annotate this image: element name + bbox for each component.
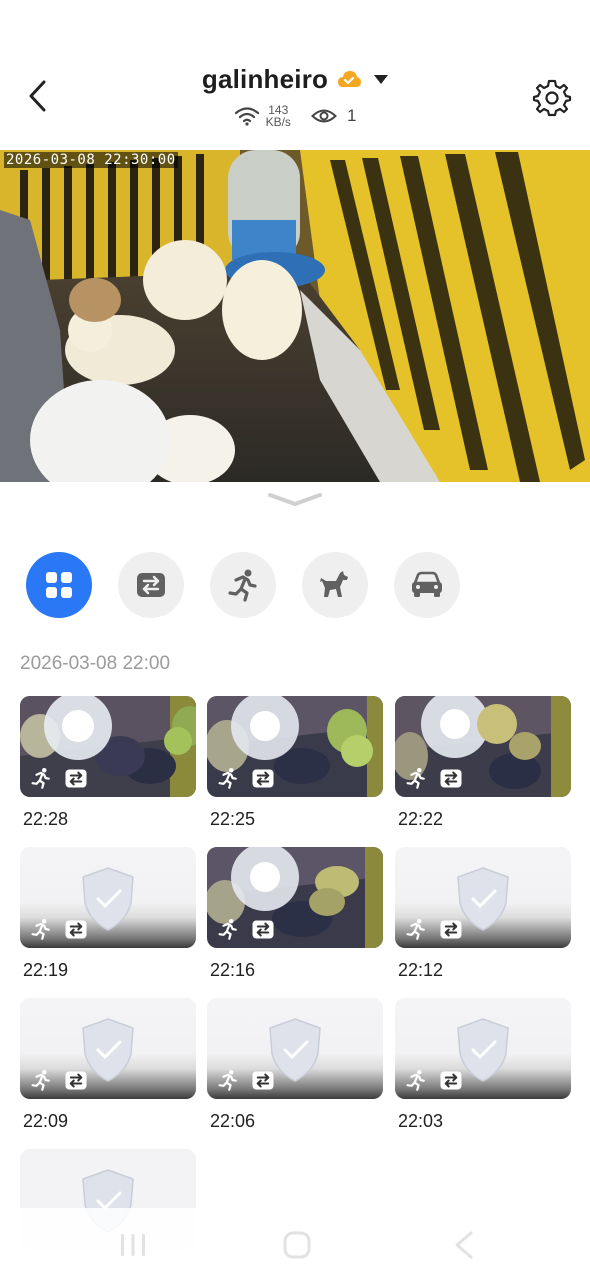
clip-event-icons (30, 918, 88, 940)
person-running-icon (30, 767, 52, 789)
event-clip[interactable]: 22:16 (207, 847, 383, 981)
clip-time: 22:12 (398, 960, 444, 980)
event-clip[interactable]: 22:03 (395, 998, 571, 1132)
clip-thumbnail[interactable] (395, 696, 571, 797)
clip-time: 22:03 (398, 1111, 444, 1131)
recent-apps-icon[interactable] (118, 1232, 148, 1258)
clip-event-icons (405, 918, 463, 940)
clip-event-icons (30, 1069, 88, 1091)
event-clip[interactable]: 22:22 (395, 696, 571, 830)
motion-switch-icon (439, 768, 463, 789)
clip-time: 22:06 (210, 1111, 256, 1131)
event-clip[interactable]: 22:25 (207, 696, 383, 830)
clip-thumbnail[interactable] (395, 998, 571, 1099)
event-clip[interactable]: 22:09 (20, 998, 196, 1132)
clip-time: 22:16 (210, 960, 256, 980)
clip-time: 22:19 (23, 960, 69, 980)
motion-switch-icon (64, 768, 88, 789)
clip-event-icons (217, 918, 275, 940)
person-running-icon (405, 918, 427, 940)
clip-thumbnail[interactable] (207, 998, 383, 1099)
motion-switch-icon (64, 919, 88, 940)
person-running-icon (217, 767, 239, 789)
clip-time: 22:28 (23, 809, 69, 829)
motion-switch-icon (64, 1070, 88, 1091)
clip-event-icons (217, 767, 275, 789)
clip-thumbnail[interactable] (20, 998, 196, 1099)
system-navigation-bar (0, 1208, 590, 1280)
clip-time: 22:22 (398, 809, 444, 829)
motion-switch-icon (439, 1070, 463, 1091)
clip-time: 22:25 (210, 809, 256, 829)
person-running-icon (405, 767, 427, 789)
clip-event-icons (217, 1069, 275, 1091)
person-running-icon (217, 918, 239, 940)
event-clip[interactable]: 22:06 (207, 998, 383, 1132)
person-running-icon (405, 1069, 427, 1091)
clip-thumbnail[interactable] (207, 696, 383, 797)
motion-switch-icon (251, 768, 275, 789)
clip-thumbnail[interactable] (20, 696, 196, 797)
clip-event-icons (30, 767, 88, 789)
motion-switch-icon (439, 919, 463, 940)
clip-thumbnail[interactable] (395, 847, 571, 948)
clip-time: 22:09 (23, 1111, 69, 1131)
person-running-icon (30, 918, 52, 940)
person-running-icon (217, 1069, 239, 1091)
clip-event-icons (405, 1069, 463, 1091)
motion-switch-icon (251, 919, 275, 940)
event-clip[interactable]: 22:19 (20, 847, 196, 981)
person-running-icon (30, 1069, 52, 1091)
clip-thumbnail[interactable] (20, 847, 196, 948)
motion-switch-icon (251, 1070, 275, 1091)
event-clip-grid: 22:28 22:25 22:22 22:19 22:16 22:12 22:0… (0, 0, 590, 1280)
event-clip[interactable]: 22:12 (395, 847, 571, 981)
home-icon[interactable] (283, 1231, 311, 1259)
clip-event-icons (405, 767, 463, 789)
clip-thumbnail[interactable] (207, 847, 383, 948)
event-clip[interactable]: 22:28 (20, 696, 196, 830)
back-arrow-icon[interactable] (452, 1230, 476, 1260)
